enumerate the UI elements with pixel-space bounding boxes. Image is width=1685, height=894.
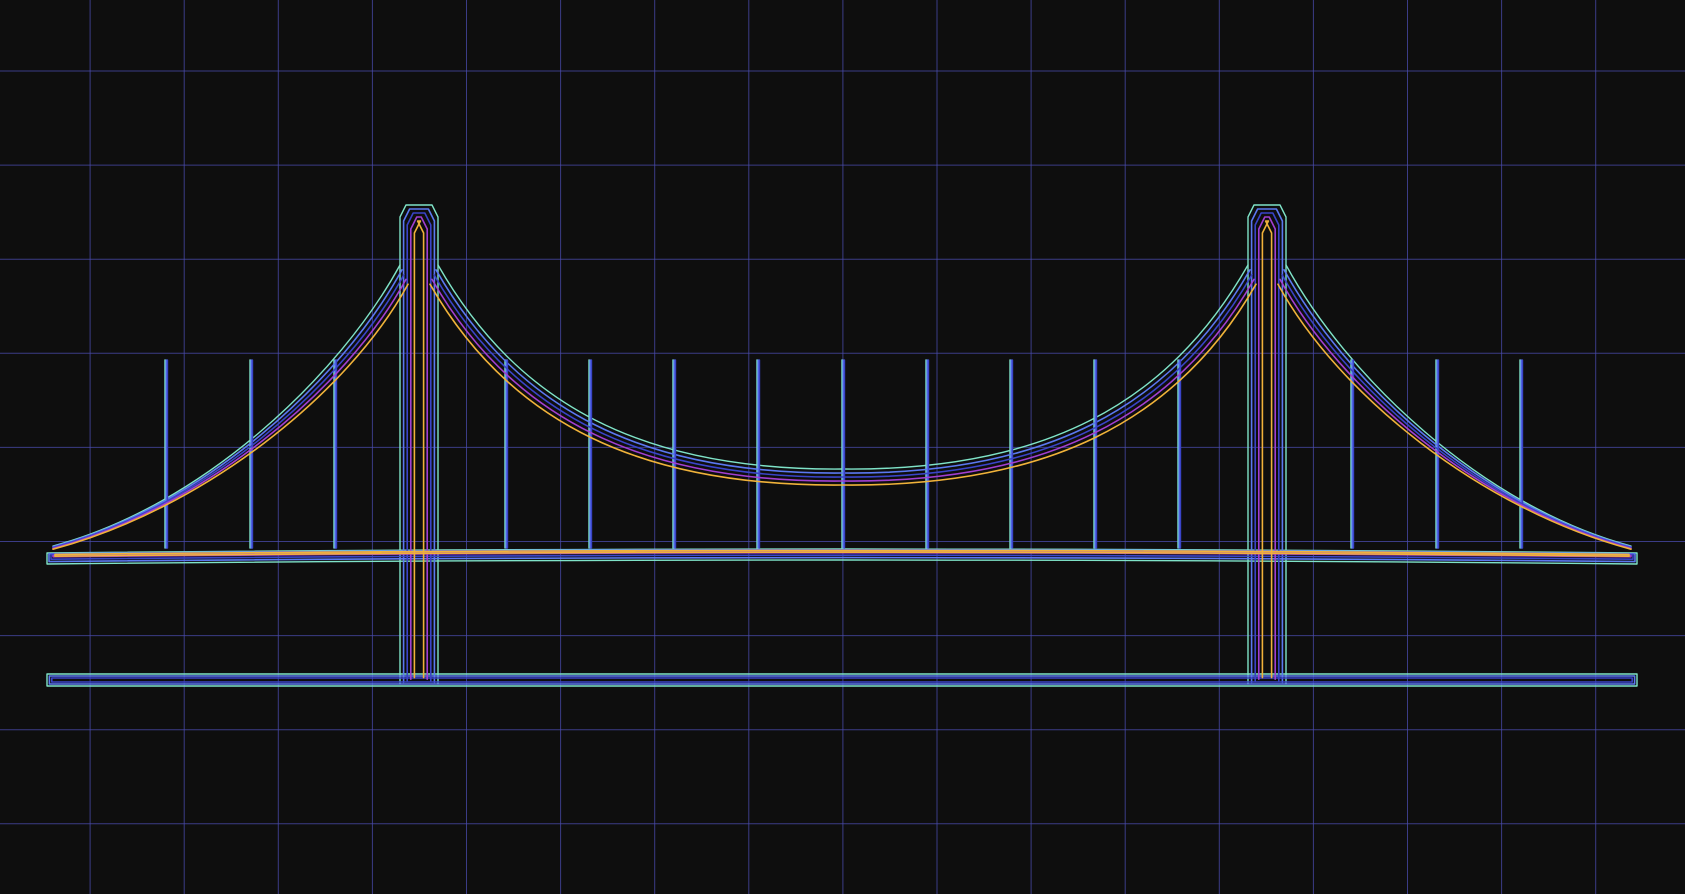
bridge-toolpath-canvas	[0, 0, 1685, 894]
